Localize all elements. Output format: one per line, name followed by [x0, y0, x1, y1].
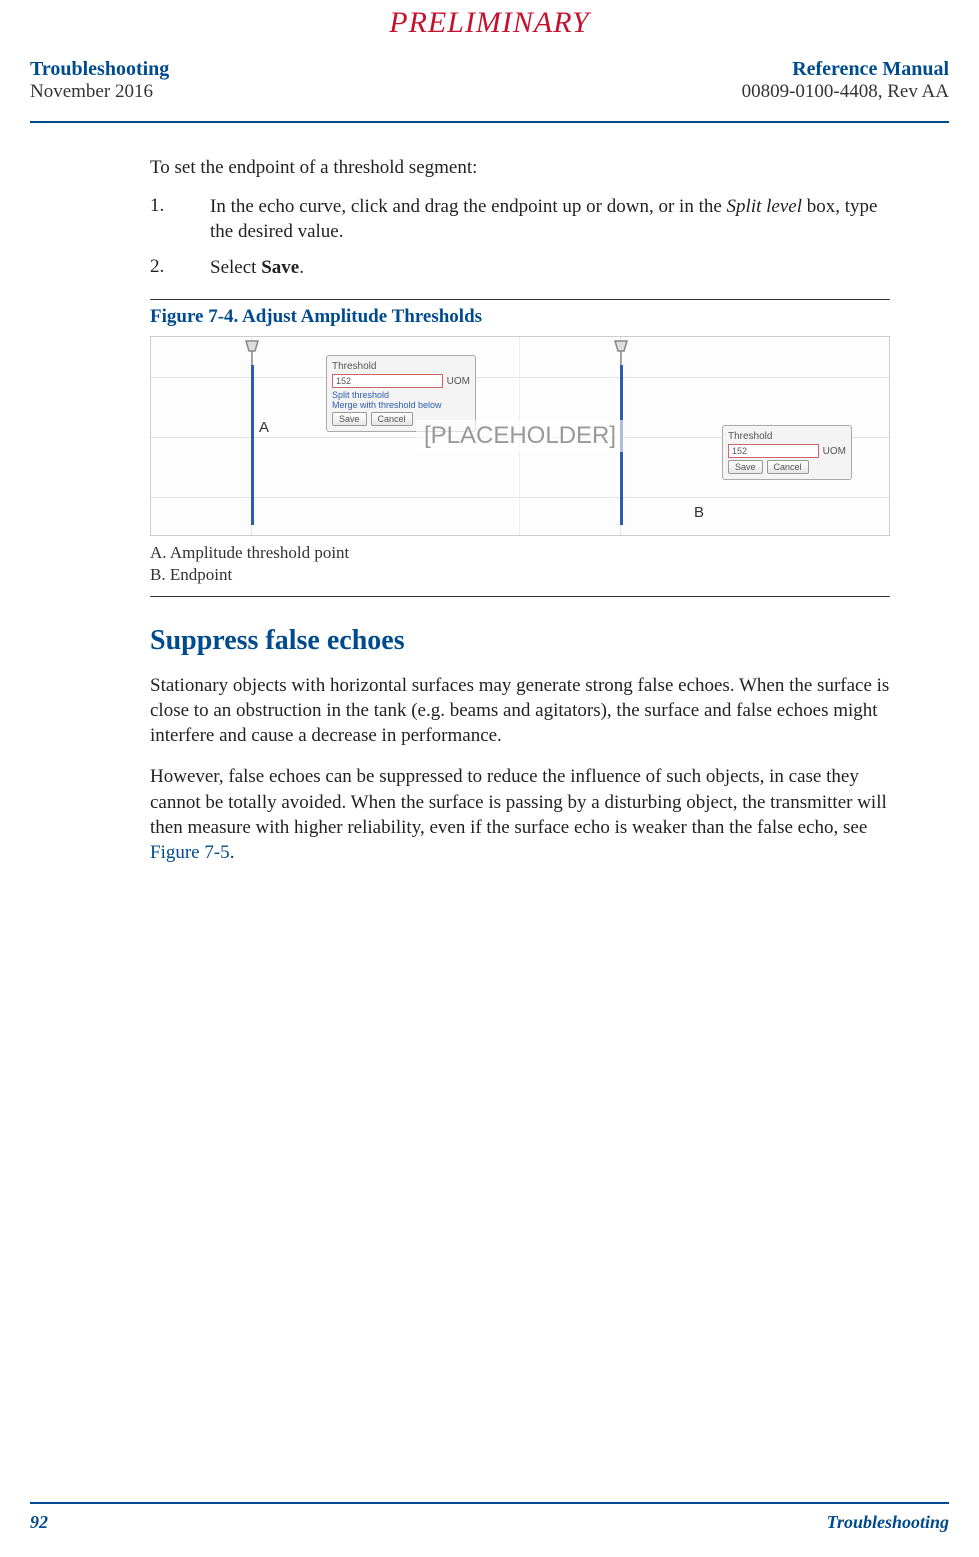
figure-legend-a: A. Amplitude threshold point	[150, 542, 890, 564]
header-left-block: Troubleshooting November 2016	[30, 58, 169, 103]
header-left-date: November 2016	[30, 81, 169, 103]
figure-legend-b: B. Endpoint	[150, 564, 890, 586]
popup-left-uom: UOM	[447, 376, 470, 387]
paragraph-2: However, false echoes can be suppressed …	[150, 764, 890, 864]
step-1-italic: Split level	[727, 196, 802, 217]
figure-image: Threshold 152 UOM Split threshold Merge …	[150, 336, 890, 536]
threshold-popup-right: Threshold 152 UOM Save Cancel	[722, 425, 852, 480]
step-2-body: Select Save.	[210, 256, 890, 281]
footer-section-name: Troubleshooting	[827, 1512, 949, 1533]
popup-right-uom: UOM	[823, 446, 846, 457]
header-left-title: Troubleshooting	[30, 58, 169, 81]
header-right-title: Reference Manual	[742, 58, 949, 81]
probe-icon	[610, 339, 632, 367]
header-right-rev: 00809-0100-4408, Rev AA	[742, 81, 949, 103]
paragraph-2-prefix: However, false echoes can be suppressed …	[150, 766, 887, 837]
step-2-bold: Save	[261, 257, 299, 278]
popup-left-save-btn: Save	[332, 412, 367, 426]
section-heading-suppress-false-echoes: Suppress false echoes	[150, 625, 890, 657]
step-1: 1. In the echo curve, click and drag the…	[150, 195, 890, 244]
figure-placeholder-text: [PLACEHOLDER]	[416, 420, 624, 452]
paragraph-1: Stationary objects with horizontal surfa…	[150, 673, 890, 748]
popup-left-split-link: Split threshold	[332, 390, 470, 400]
popup-right-threshold-label: Threshold	[728, 431, 772, 442]
paragraph-2-suffix: .	[230, 842, 235, 863]
header-right-block: Reference Manual 00809-0100-4408, Rev AA	[742, 58, 949, 103]
figure-annotation-b: B	[694, 504, 704, 521]
footer-page-number: 92	[30, 1512, 48, 1533]
page-footer: 92 Troubleshooting	[30, 1502, 949, 1533]
popup-right-cancel-btn: Cancel	[767, 460, 809, 474]
step-1-prefix: In the echo curve, click and drag the en…	[210, 196, 727, 217]
figure-annotation-a: A	[259, 419, 269, 436]
popup-left-threshold-value: 152	[332, 374, 443, 388]
figure-section: Figure 7-4. Adjust Amplitude Thresholds …	[150, 299, 890, 597]
grid-line	[520, 377, 889, 378]
watermark-preliminary: PRELIMINARY	[389, 6, 589, 40]
step-2-prefix: Select	[210, 257, 261, 278]
main-content: To set the endpoint of a threshold segme…	[30, 123, 890, 865]
step-1-number: 1.	[150, 195, 210, 244]
step-2-number: 2.	[150, 256, 210, 281]
intro-text: To set the endpoint of a threshold segme…	[150, 157, 890, 179]
popup-right-threshold-value: 152	[728, 444, 819, 458]
echo-line	[251, 365, 254, 525]
step-2-suffix: .	[299, 257, 304, 278]
grid-line	[520, 497, 889, 498]
figure-legend: A. Amplitude threshold point B. Endpoint	[150, 542, 890, 597]
popup-right-save-btn: Save	[728, 460, 763, 474]
step-1-body: In the echo curve, click and drag the en…	[210, 195, 890, 244]
probe-icon	[241, 339, 263, 367]
popup-left-threshold-label: Threshold	[332, 361, 376, 372]
grid-line	[151, 497, 519, 498]
step-2: 2. Select Save.	[150, 256, 890, 281]
figure-7-5-link[interactable]: Figure 7-5	[150, 842, 230, 863]
popup-left-merge-link: Merge with threshold below	[332, 400, 470, 410]
popup-left-cancel-btn: Cancel	[371, 412, 413, 426]
figure-caption: Figure 7-4. Adjust Amplitude Thresholds	[150, 306, 890, 328]
